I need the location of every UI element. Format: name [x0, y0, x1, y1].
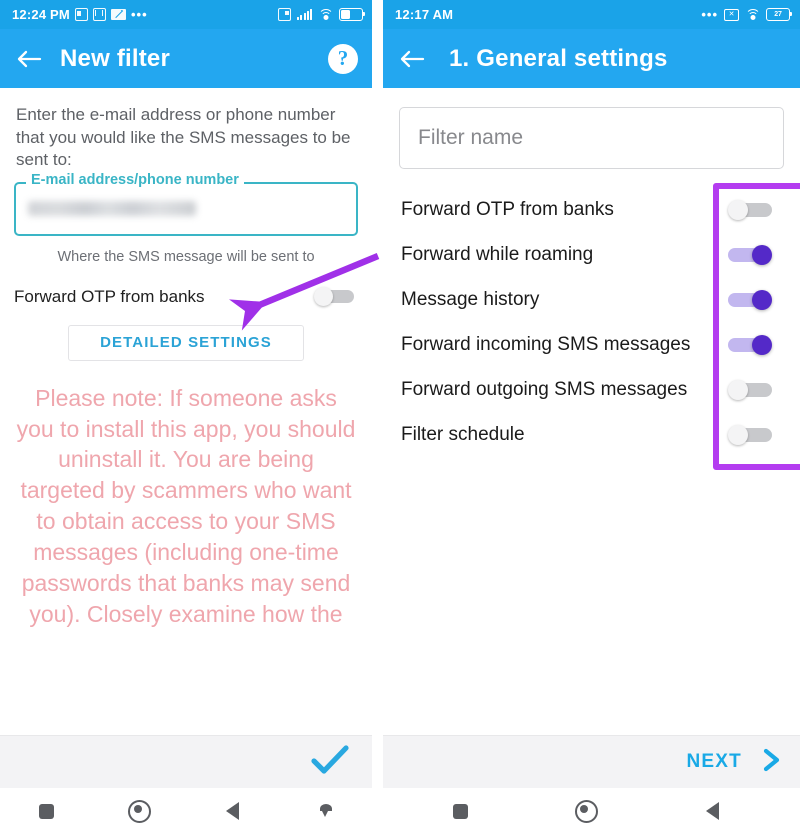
left-phone-body: Enter the e-mail address or phone number… [0, 88, 372, 834]
next-button[interactable]: NEXT [687, 751, 742, 773]
toggle-forward-outgoing[interactable] [728, 379, 772, 400]
more-dots-icon: ••• [130, 6, 148, 22]
right-phone-body: Filter name Forward OTP from banks Forwa… [383, 88, 800, 834]
setting-row-forward-incoming[interactable]: Forward incoming SMS messages [383, 322, 800, 367]
status-time: 12:24 PM [12, 7, 70, 22]
screenshot-icon [74, 8, 88, 21]
otp-setting-row[interactable]: Forward OTP from banks [0, 275, 372, 319]
wifi-icon [318, 9, 333, 20]
email-field-value-redacted [28, 201, 196, 217]
setting-row-forward-outgoing[interactable]: Forward outgoing SMS messages [383, 367, 800, 412]
setting-label: Message history [401, 288, 540, 310]
email-field-label: E-mail address/phone number [26, 171, 244, 188]
right-status-right-group: ••• ✕ 27 [701, 6, 792, 22]
setting-row-message-history[interactable]: Message history [383, 277, 800, 322]
right-action-bar: NEXT [383, 735, 800, 788]
left-phone-panel: 12:24 PM ••• New filter ? Enter the e-ma… [0, 0, 373, 834]
setting-label: Forward outgoing SMS messages [401, 378, 688, 400]
home-circle-icon[interactable] [569, 794, 603, 828]
mx-player-icon [92, 8, 106, 21]
setting-label: Filter schedule [401, 423, 525, 445]
toggle-forward-incoming[interactable] [728, 334, 772, 355]
more-dots-icon: ••• [701, 6, 718, 22]
battery-icon [339, 8, 365, 21]
recents-square-icon[interactable] [443, 794, 477, 828]
left-status-right-group [278, 8, 365, 21]
toggle-knob [752, 334, 772, 355]
screenshot-root: 12:24 PM ••• New filter ? Enter the e-ma… [0, 0, 800, 834]
left-app-bar: New filter ? [0, 29, 372, 88]
hide-nav-icon[interactable] [309, 794, 343, 828]
toggle-knob [728, 379, 748, 400]
battery-level-label: 27 [774, 11, 782, 18]
setting-row-forward-roaming[interactable]: Forward while roaming [383, 232, 800, 277]
left-nav-bar [0, 788, 372, 834]
toggle-knob [752, 244, 772, 265]
envelope-icon [110, 9, 126, 20]
detailed-settings-button[interactable]: DETAILED SETTINGS [68, 324, 304, 361]
page-title: New filter [60, 44, 171, 72]
home-circle-icon[interactable] [123, 794, 157, 828]
right-phone-panel: 12:17 AM ••• ✕ 27 1. General settings Fi… [383, 0, 800, 834]
otp-toggle-knob [314, 287, 333, 307]
right-status-left-group: 12:17 AM [395, 7, 453, 22]
no-sim-icon: ✕ [724, 8, 739, 21]
toggle-forward-otp[interactable] [728, 199, 772, 220]
panel-divider [372, 0, 383, 834]
recents-square-icon[interactable] [30, 794, 64, 828]
left-action-bar [0, 735, 372, 788]
setting-label: Forward while roaming [401, 243, 594, 265]
email-field-helper-text: Where the SMS message will be sent to [57, 248, 315, 265]
toggle-knob [728, 199, 748, 220]
status-time: 12:17 AM [395, 7, 454, 22]
right-app-bar: 1. General settings [383, 29, 800, 88]
left-status-left-group: 12:24 PM ••• [12, 7, 148, 22]
back-triangle-icon[interactable] [216, 794, 250, 828]
otp-setting-label: Forward OTP from banks [14, 286, 205, 306]
signal-bars-icon [297, 9, 312, 20]
back-triangle-icon[interactable] [695, 794, 729, 828]
toggle-filter-schedule[interactable] [728, 424, 772, 445]
intro-text: Enter the e-mail address or phone number… [16, 105, 351, 170]
toggle-forward-roaming[interactable] [728, 244, 772, 265]
back-arrow-icon[interactable] [14, 44, 44, 74]
setting-row-forward-otp[interactable]: Forward OTP from banks [383, 187, 800, 232]
right-nav-bar [383, 788, 800, 834]
email-field-wrapper: E-mail address/phone number [14, 171, 358, 236]
page-title: 1. General settings [449, 44, 668, 72]
right-status-bar: 12:17 AM ••• ✕ 27 [383, 0, 800, 29]
warning-text: Please note: If someone asks you to inst… [16, 384, 356, 627]
setting-row-filter-schedule[interactable]: Filter schedule [383, 412, 800, 457]
toggle-knob [728, 424, 748, 445]
otp-toggle[interactable] [314, 287, 354, 307]
email-field[interactable] [14, 181, 358, 236]
back-arrow-icon[interactable] [397, 44, 427, 74]
toggle-message-history[interactable] [728, 289, 772, 310]
setting-label: Forward OTP from banks [401, 198, 614, 220]
settings-list: Forward OTP from banks Forward while roa… [383, 187, 800, 457]
help-icon[interactable]: ? [328, 43, 358, 74]
confirm-checkmark-button[interactable] [304, 743, 354, 782]
filter-name-input[interactable]: Filter name [399, 107, 784, 169]
battery-icon: 27 [766, 8, 792, 21]
setting-label: Forward incoming SMS messages [401, 333, 691, 355]
chevron-right-icon[interactable] [756, 745, 786, 780]
filter-name-placeholder: Filter name [418, 126, 524, 149]
left-status-bar: 12:24 PM ••• [0, 0, 372, 29]
toggle-knob [752, 289, 772, 310]
wifi-icon [745, 9, 760, 20]
sim-icon [278, 8, 292, 21]
